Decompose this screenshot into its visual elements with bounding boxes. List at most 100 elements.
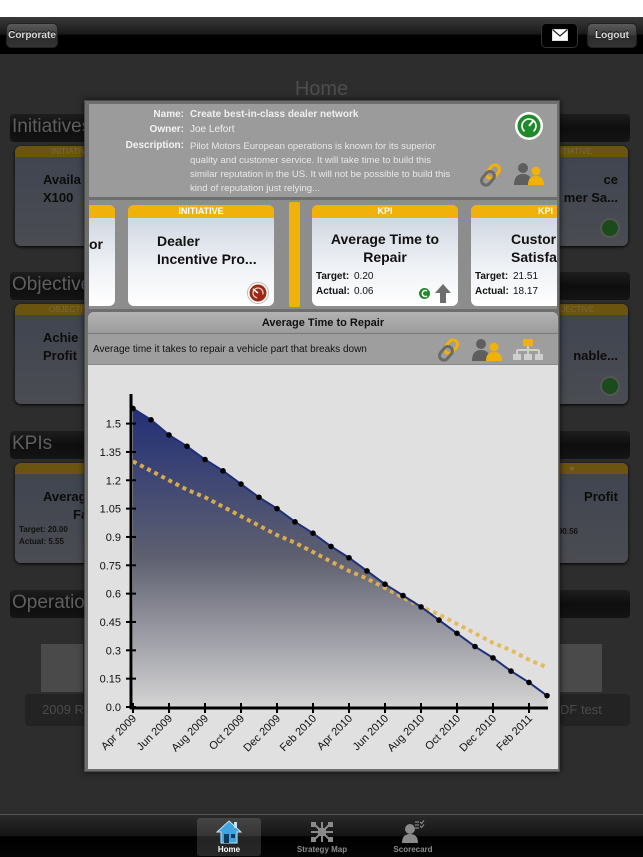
card-title-line2: Fa bbox=[73, 507, 89, 522]
actual-data-point bbox=[130, 405, 136, 412]
y-tick-label: 1.05 bbox=[100, 504, 121, 516]
section-label: Initiatives bbox=[12, 116, 92, 137]
green-gauge-icon[interactable] bbox=[514, 111, 544, 141]
kpi-card[interactable]: KPI Custor Satisfac Target: 21.51 Actual: 1… bbox=[471, 205, 557, 306]
trend-up-arrow-icon bbox=[435, 284, 451, 303]
actual-data-point bbox=[436, 617, 442, 623]
actual-data-point bbox=[256, 494, 262, 501]
home-icon bbox=[216, 820, 242, 844]
status-strip bbox=[0, 0, 643, 17]
kpi-card[interactable]: KPI Average Time to Repair Target: 0.20 Ac… bbox=[312, 205, 458, 306]
card-title-line2: Repair bbox=[363, 249, 407, 265]
x-tick-label: Aug 2009 bbox=[169, 713, 211, 755]
card-title-line2: nable... bbox=[573, 348, 618, 363]
kpi-trend-chart: 0.0 0.15 0.3 0.45 0.6 0.75 0.9 1.05 1.2 1.35 1.5 A… bbox=[99, 394, 550, 755]
mail-button[interactable] bbox=[541, 23, 578, 48]
initiative-card[interactable]: or bbox=[89, 205, 115, 306]
green-status-icon bbox=[418, 287, 431, 300]
actual-data-point bbox=[490, 655, 496, 661]
card-title-line1: Profit bbox=[584, 489, 618, 504]
initiative-card[interactable]: INITIATIVE Dealer Incentive Pro... bbox=[128, 205, 274, 306]
carousel-divider bbox=[289, 202, 300, 307]
actual-value: 18.17 bbox=[513, 286, 539, 297]
card-title-line1: Achie bbox=[43, 330, 79, 345]
actual-data-point bbox=[418, 604, 424, 610]
kpi-detail-panel: Average Time to Repair Average time it t… bbox=[88, 312, 558, 769]
card-title-line1: Dealer bbox=[157, 233, 200, 249]
top-toolbar: Corporate Logout bbox=[0, 17, 643, 54]
owner-label: Owner: bbox=[149, 124, 184, 135]
y-tick-label: 0.15 bbox=[100, 674, 121, 686]
card-title-line1: Average Time to bbox=[330, 231, 440, 247]
y-tick-label: 1.5 bbox=[106, 419, 121, 431]
page-title: Home bbox=[294, 78, 349, 100]
y-tick-label: 0.3 bbox=[106, 645, 121, 657]
logout-button[interactable]: Logout bbox=[587, 23, 637, 48]
x-tick-label: Feb 2010 bbox=[278, 713, 319, 754]
actual-data-point bbox=[292, 519, 298, 525]
x-tick-label: Dec 2009 bbox=[241, 713, 283, 755]
green-gauge-icon bbox=[600, 218, 620, 238]
kpi-title: Average Time to Repair bbox=[88, 312, 558, 334]
actual-data-point bbox=[166, 432, 172, 438]
actual-data-point bbox=[328, 543, 334, 550]
target-label: Target: bbox=[475, 271, 509, 282]
tab-label: Home bbox=[217, 845, 241, 854]
target-value: 0.20 bbox=[354, 271, 374, 282]
y-tick-label: 1.35 bbox=[100, 447, 121, 459]
name-label: Name: bbox=[153, 109, 184, 120]
link-icon[interactable] bbox=[478, 162, 504, 188]
target-value: 21.51 bbox=[513, 271, 539, 282]
y-tick-label: 0.9 bbox=[106, 532, 121, 544]
x-tick-label: Dec 2010 bbox=[457, 713, 499, 755]
y-tick-label: 0.45 bbox=[100, 617, 121, 629]
tab-scorecard[interactable]: Scorecard bbox=[381, 818, 445, 856]
corporate-button[interactable]: Corporate bbox=[6, 23, 58, 48]
tab-strategy-map[interactable]: Strategy Map bbox=[290, 818, 354, 856]
green-gauge-icon bbox=[600, 376, 620, 396]
card-type-ribbon: KPI bbox=[471, 205, 557, 218]
link-icon[interactable] bbox=[436, 337, 462, 363]
hierarchy-icon[interactable] bbox=[512, 339, 544, 361]
name-value: Create best-in-class dealer network bbox=[190, 109, 359, 120]
related-items-carousel[interactable]: or INITIATIVE Dealer Incentive Pro... KPI… bbox=[89, 200, 557, 309]
scorecard-icon bbox=[402, 820, 425, 843]
document-label[interactable]: DF test bbox=[560, 694, 630, 726]
x-tick-label: Aug 2010 bbox=[385, 713, 427, 755]
pdf-document-icon[interactable] bbox=[560, 644, 602, 692]
actual-data-point bbox=[184, 443, 190, 450]
tab-label: Strategy Map bbox=[296, 845, 348, 854]
card-title-line1: Availa bbox=[43, 172, 81, 187]
x-tick-label: Feb 2011 bbox=[494, 713, 535, 754]
card-title-line1: Custor bbox=[511, 231, 557, 247]
actual-data-point bbox=[148, 417, 154, 423]
card-title-line2: Incentive Pro... bbox=[157, 251, 257, 267]
tab-home[interactable]: Home bbox=[197, 818, 261, 856]
y-tick-label: 1.2 bbox=[106, 475, 121, 487]
card-title-line2: Satisfac bbox=[511, 249, 557, 265]
section-label: KPIs bbox=[12, 433, 53, 454]
actual-data-point bbox=[220, 468, 226, 474]
detail-popover: Name: Create best-in-class dealer networ… bbox=[84, 100, 560, 772]
red-gauge-icon bbox=[247, 282, 269, 304]
actual-data-point bbox=[364, 568, 370, 574]
description-value: Pilot Motors European operations is know… bbox=[190, 141, 451, 194]
actual-data-point bbox=[274, 505, 280, 512]
actual-value: 0.06 bbox=[354, 286, 374, 297]
owners-icon[interactable] bbox=[471, 338, 503, 362]
tab-label: Scorecard bbox=[393, 845, 433, 854]
actual-data-point bbox=[526, 679, 532, 686]
actual-data-point bbox=[472, 643, 478, 650]
bottom-tab-bar: Home Strategy Map Scorecard bbox=[0, 814, 643, 857]
card-type-ribbon bbox=[89, 205, 115, 218]
target-value: 20.00 bbox=[47, 525, 68, 534]
actual-label: Actual: bbox=[19, 537, 47, 546]
envelope-icon bbox=[552, 29, 568, 41]
card-title-line2: mer Sa... bbox=[563, 190, 618, 205]
pdf-document-icon[interactable] bbox=[41, 644, 83, 692]
actual-value: 5.55 bbox=[48, 537, 64, 546]
actual-data-point bbox=[346, 554, 352, 561]
card-title-line2: Profit bbox=[43, 348, 77, 363]
owners-icon[interactable] bbox=[513, 162, 545, 186]
target-label: Target: bbox=[19, 525, 46, 534]
